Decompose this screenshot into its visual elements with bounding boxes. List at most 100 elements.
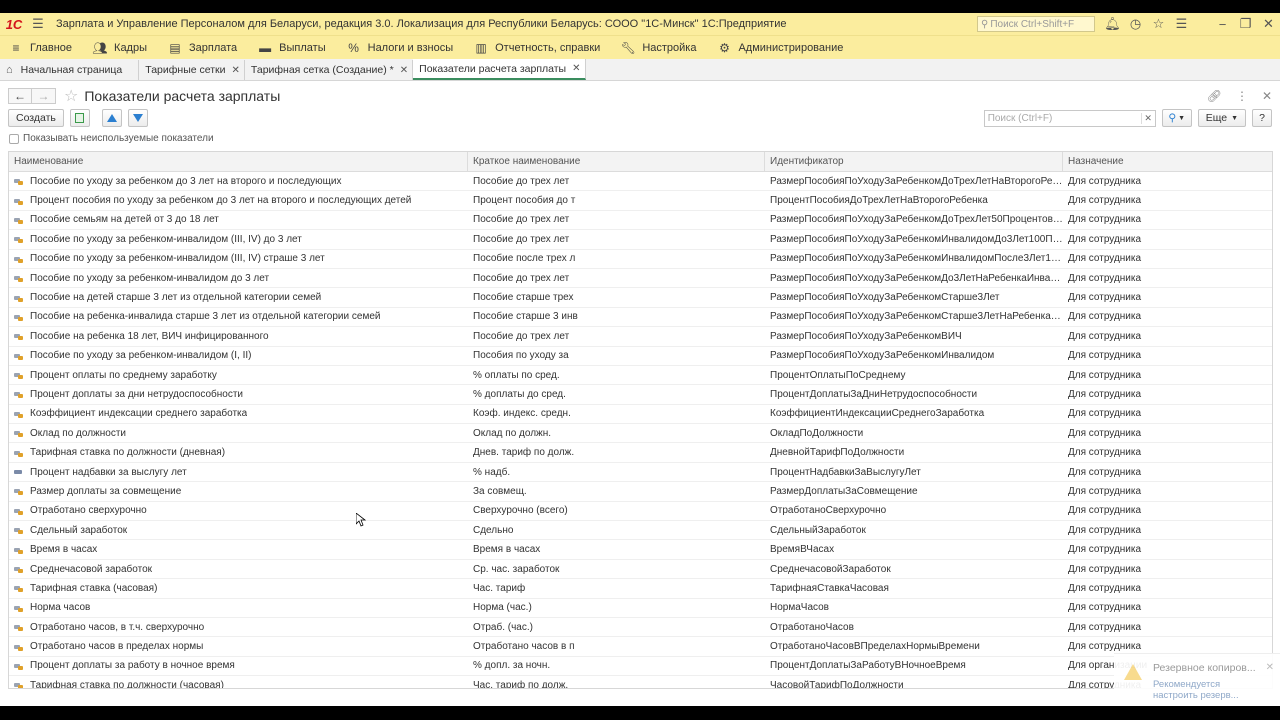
table-row[interactable]: Пособие на ребенка-инвалида старше 3 лет… — [9, 308, 1272, 328]
cell-short-name: Пособие старше 3 инв — [473, 311, 578, 323]
table-row[interactable]: Отработано часов в пределах нормы Отработ… — [9, 637, 1272, 657]
show-unused-checkbox[interactable] — [9, 133, 19, 144]
restore-icon[interactable]: ❐ — [1234, 16, 1257, 32]
cell-short-name: Норма (час.) — [473, 602, 532, 614]
close-window-icon[interactable]: ✕ — [1257, 16, 1280, 32]
help-button[interactable]: ? — [1252, 109, 1272, 127]
column-header-identifier[interactable]: Идентификатор — [765, 152, 1063, 171]
cell-identifier: ТарифнаяСтавкаЧасовая — [770, 582, 889, 594]
show-unused-checkbox-row[interactable]: Показывать неиспользуемые показатели — [9, 133, 214, 144]
global-search-input[interactable]: ⚲ Поиск Ctrl+Shift+F — [977, 16, 1095, 32]
close-icon[interactable]: ✕ — [1266, 662, 1274, 673]
back-button[interactable]: ← — [8, 88, 32, 104]
menu-item-reports[interactable]: ▥ Отчетность, справки — [471, 41, 600, 55]
notification-text[interactable]: Рекомендуется настроить резерв... — [1153, 679, 1239, 701]
history-icon[interactable]: ◷ — [1124, 16, 1147, 32]
cell-identifier: РазмерПособияПоУходуЗаРебенкомВИЧ — [770, 330, 962, 342]
table-row[interactable]: Сдельный заработок Сдельно СдельныйЗаработ… — [9, 521, 1272, 541]
indicator-icon — [14, 662, 24, 670]
table-row[interactable]: Пособие по уходу за ребенком-инвалидом (… — [9, 250, 1272, 269]
column-header-purpose[interactable]: Назначение — [1063, 152, 1272, 171]
favorite-star-icon[interactable]: ☆ — [64, 86, 78, 106]
menu-item-taxes[interactable]: % Налоги и взносы — [344, 41, 453, 55]
more-button[interactable]: Еще ▼ — [1197, 109, 1246, 127]
forward-button[interactable]: → — [32, 88, 56, 104]
more-vertical-icon[interactable]: ⋮ — [1236, 89, 1248, 103]
cell-short-name: Пособие до трех лет — [473, 214, 570, 226]
copy-button[interactable] — [69, 109, 90, 127]
table-row[interactable]: Пособие на ребенка 18 лет, ВИЧ инфициров… — [9, 327, 1272, 347]
table-row[interactable]: Процент доплаты за работу в ночное время… — [9, 657, 1272, 677]
move-down-button[interactable] — [127, 109, 148, 127]
cell-identifier: ЧасовойТарифПоДолжности — [770, 679, 904, 689]
indicator-icon — [14, 623, 24, 632]
cell-purpose: Для сотрудника — [1068, 330, 1142, 342]
table-row[interactable]: Пособие по уходу за ребенком-инвалидом (… — [9, 230, 1272, 250]
close-form-icon[interactable]: ✕ — [1262, 89, 1272, 103]
create-button[interactable]: Создать — [8, 109, 64, 127]
move-up-button[interactable] — [101, 109, 122, 127]
tab-tariff-grids[interactable]: Тарифные сетки ✕ — [139, 60, 245, 80]
tab-home[interactable]: ⌂ Начальная страница — [0, 60, 140, 80]
bell-icon[interactable]: 🔔︎ — [1101, 16, 1124, 32]
indicator-icon — [14, 274, 24, 283]
link-icon[interactable]: 🔗︎ — [1207, 89, 1222, 103]
tab-salary-indicators[interactable]: Показатели расчета зарплаты ✕ — [413, 59, 586, 80]
table-row[interactable]: Пособие на детей старше 3 лет из отдельн… — [9, 288, 1272, 308]
table-row[interactable]: Размер доплаты за совмещение За совмещ. Ра… — [9, 482, 1272, 502]
menu-item-salary[interactable]: ▤ Зарплата — [165, 41, 237, 55]
close-icon[interactable]: ✕ — [572, 63, 580, 74]
backup-notification[interactable]: Резервное копиров... Рекомендуется настр… — [1114, 653, 1280, 705]
table-row[interactable]: Время в часах Время в часах ВремяВЧасах Для… — [9, 540, 1272, 560]
window-title: Зарплата и Управление Персоналом для Бел… — [56, 18, 787, 30]
table-row[interactable]: Пособие по уходу за ребенком до 3 лет на… — [9, 172, 1272, 192]
cell-identifier: РазмерПособияПоУходуЗаРебенкомДоТрехЛет5… — [770, 214, 1063, 226]
menu-item-hr[interactable]: 👥︎ Кадры — [90, 41, 147, 55]
menu-item-payments[interactable]: ▬ Выплаты — [255, 41, 325, 55]
table-header: Наименование Краткое наименование Иденти… — [9, 152, 1272, 172]
tab-tariff-grid-create[interactable]: Тарифная сетка (Создание) * ✕ — [245, 60, 414, 80]
indicator-icon — [14, 487, 24, 496]
table-row[interactable]: Оклад по должности Оклад по должн. ОкладПо… — [9, 424, 1272, 444]
open-windows-tabs: ⌂ Начальная страница Тарифные сетки ✕ Та… — [0, 59, 1280, 81]
title-bar: 1С ☰ Зарплата и Управление Персоналом дл… — [0, 13, 1280, 35]
clear-icon[interactable]: ✕ — [1140, 112, 1155, 124]
cell-purpose: Для сотрудника — [1068, 485, 1142, 497]
table-row[interactable]: Среднечасовой заработок Ср. час. заработо… — [9, 560, 1272, 580]
column-header-name[interactable]: Наименование — [9, 152, 468, 171]
table-row[interactable]: Тарифная ставка по должности (часовая) Ча… — [9, 676, 1272, 689]
cell-purpose: Для сотрудника — [1068, 272, 1142, 284]
minimize-icon[interactable]: − — [1211, 17, 1234, 32]
close-icon[interactable]: ✕ — [400, 65, 408, 76]
close-icon[interactable]: ✕ — [232, 65, 240, 76]
cell-purpose: Для сотрудника — [1068, 505, 1142, 517]
table-row[interactable]: Пособие по уходу за ребенком-инвалидом д… — [9, 269, 1272, 289]
chevron-down-icon: ▼ — [1231, 114, 1238, 122]
table-row[interactable]: Пособие семьям на детей от 3 до 18 лет По… — [9, 211, 1272, 231]
search-options-button[interactable]: ⚲ ▼ — [1161, 109, 1192, 127]
table-row[interactable]: Тарифная ставка по должности (дневная) Дн… — [9, 443, 1272, 463]
settings-menu-icon[interactable]: ☰ — [1170, 16, 1193, 32]
cell-identifier: РазмерДоплатыЗаСовмещение — [770, 485, 918, 497]
form-area: ← → ☆ Показатели расчета зарплаты 🔗︎ ⋮ ✕… — [0, 81, 1280, 706]
table-row[interactable]: Процент оплаты по среднему заработку % оп… — [9, 366, 1272, 386]
cell-purpose: Для сотрудника — [1068, 427, 1142, 439]
table-row[interactable]: Коэффициент индексации среднего заработк… — [9, 405, 1272, 425]
menu-item-settings[interactable]: 🔧︎ Настройка — [618, 41, 697, 55]
menu-item-admin[interactable]: ⚙ Администрирование — [714, 41, 843, 55]
table-row[interactable]: Процент доплаты за дни нетрудоспособност… — [9, 385, 1272, 405]
list-search-input[interactable]: Поиск (Ctrl+F) ✕ — [983, 109, 1156, 127]
table-row[interactable]: Процент пособия по уходу за ребенком до … — [9, 191, 1272, 211]
table-row[interactable]: Отработано часов, в т.ч. сверхурочно Отра… — [9, 618, 1272, 638]
main-menu-icon[interactable]: ☰ — [28, 16, 48, 32]
column-header-short-name[interactable]: Краткое наименование — [468, 152, 765, 171]
table-row[interactable]: Отработано сверхурочно Сверхурочно (всего… — [9, 502, 1272, 522]
table-row[interactable]: Тарифная ставка (часовая) Час. тариф Тариф… — [9, 579, 1272, 599]
table-row[interactable]: Норма часов Норма (час.) НормаЧасов Для сот… — [9, 599, 1272, 618]
cell-short-name: Час. тариф — [473, 582, 526, 594]
menu-item-main[interactable]: ≡ Главное — [6, 41, 72, 55]
table-row[interactable]: Пособие по уходу за ребенком-инвалидом (… — [9, 347, 1272, 366]
table-row[interactable]: Процент надбавки за выслугу лет % надб. Пр… — [9, 463, 1272, 483]
cell-name: Процент пособия по уходу за ребенком до … — [9, 195, 468, 206]
favorites-star-icon[interactable]: ☆ — [1147, 16, 1170, 32]
